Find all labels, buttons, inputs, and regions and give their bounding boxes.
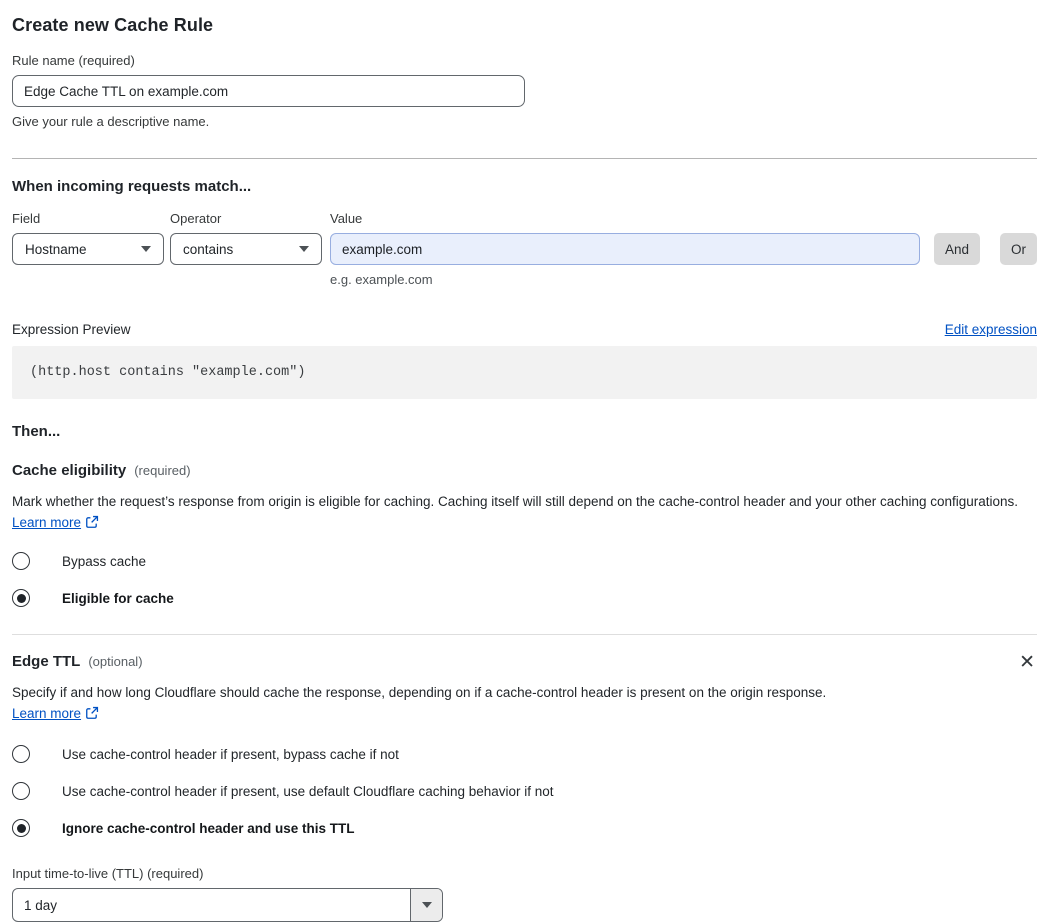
edge-ttl-heading-row: Edge TTL (optional) ✕ [12, 653, 1037, 672]
rule-name-input[interactable] [12, 75, 525, 107]
external-link-icon [86, 515, 99, 528]
radio-icon[interactable] [12, 819, 30, 837]
rule-name-label: Rule name (required) [12, 53, 135, 68]
radio-option-use-header-default[interactable]: Use cache-control header if present, use… [12, 782, 1037, 800]
field-label: Field [12, 211, 41, 226]
operator-select[interactable]: contains [170, 233, 322, 265]
cache-eligibility-heading: Cache eligibility [12, 462, 127, 479]
edge-ttl-heading: Edge TTL [12, 653, 81, 670]
radio-option-ignore-header-use-ttl[interactable]: Ignore cache-control header and use this… [12, 819, 1037, 837]
cache-eligibility-heading-row: Cache eligibility (required) [12, 462, 1037, 479]
edge-ttl-optional-tag: (optional) [88, 654, 143, 669]
radio-icon[interactable] [12, 745, 30, 763]
field-select[interactable]: Hostname [12, 233, 164, 265]
edit-expression-link[interactable]: Edit expression [945, 322, 1037, 337]
radio-label[interactable]: Ignore cache-control header and use this… [62, 821, 355, 836]
radio-label[interactable]: Use cache-control header if present, byp… [62, 747, 399, 762]
match-heading: When incoming requests match... [12, 178, 252, 195]
learn-more-link[interactable]: Learn more [12, 515, 81, 530]
cache-eligibility-description: Mark whether the request’s response from… [12, 491, 1037, 533]
radio-label[interactable]: Eligible for cache [62, 591, 174, 606]
cache-eligibility-description-text: Mark whether the request’s response from… [12, 494, 1019, 509]
or-button[interactable]: Or [1000, 233, 1037, 265]
close-icon[interactable]: ✕ [1019, 653, 1035, 672]
value-hint: e.g. example.com [330, 272, 433, 287]
edge-ttl-options: Use cache-control header if present, byp… [12, 745, 1037, 837]
radio-label[interactable]: Bypass cache [62, 554, 146, 569]
radio-icon[interactable] [12, 589, 30, 607]
operator-label: Operator [170, 211, 222, 226]
chevron-down-icon [299, 246, 309, 252]
chevron-down-icon [421, 902, 432, 908]
value-input[interactable] [330, 233, 920, 265]
section-divider [12, 634, 1037, 635]
expression-code: (http.host contains "example.com") [30, 365, 306, 380]
ttl-label: Input time-to-live (TTL) (required) [12, 866, 204, 881]
match-column-labels: Field Operator Value [12, 211, 1037, 226]
learn-more-link[interactable]: Learn more [12, 706, 81, 721]
external-link-icon [86, 706, 99, 719]
chevron-down-icon [141, 246, 151, 252]
edge-ttl-description-text: Specify if and how long Cloudflare shoul… [12, 685, 827, 700]
radio-label[interactable]: Use cache-control header if present, use… [62, 784, 554, 799]
rule-name-help: Give your rule a descriptive name. [12, 114, 210, 129]
ttl-select-arrow-button[interactable] [410, 889, 442, 921]
then-heading: Then... [12, 423, 61, 440]
section-divider [12, 158, 1037, 159]
radio-option-eligible-for-cache[interactable]: Eligible for cache [12, 589, 1037, 607]
match-controls-row: Hostname contains And Or [12, 233, 1037, 265]
radio-icon[interactable] [12, 782, 30, 800]
edge-ttl-description: Specify if and how long Cloudflare shoul… [12, 682, 844, 724]
page-title: Create new Cache Rule [12, 15, 214, 35]
expression-code-block: (http.host contains "example.com") [12, 346, 1037, 399]
operator-select-value: contains [183, 241, 234, 257]
radio-option-use-header-bypass[interactable]: Use cache-control header if present, byp… [12, 745, 1037, 763]
radio-icon[interactable] [12, 552, 30, 570]
cache-eligibility-required-tag: (required) [134, 463, 191, 478]
radio-option-bypass-cache[interactable]: Bypass cache [12, 552, 1037, 570]
field-select-value: Hostname [25, 241, 87, 257]
and-button[interactable]: And [934, 233, 980, 265]
expression-preview-label: Expression Preview [12, 322, 131, 337]
ttl-select-value: 1 day [24, 897, 58, 913]
ttl-select[interactable]: 1 day [12, 888, 443, 922]
cache-eligibility-options: Bypass cache Eligible for cache [12, 552, 1037, 607]
value-label: Value [330, 211, 363, 226]
expression-preview-row: Expression Preview Edit expression [12, 322, 1037, 337]
